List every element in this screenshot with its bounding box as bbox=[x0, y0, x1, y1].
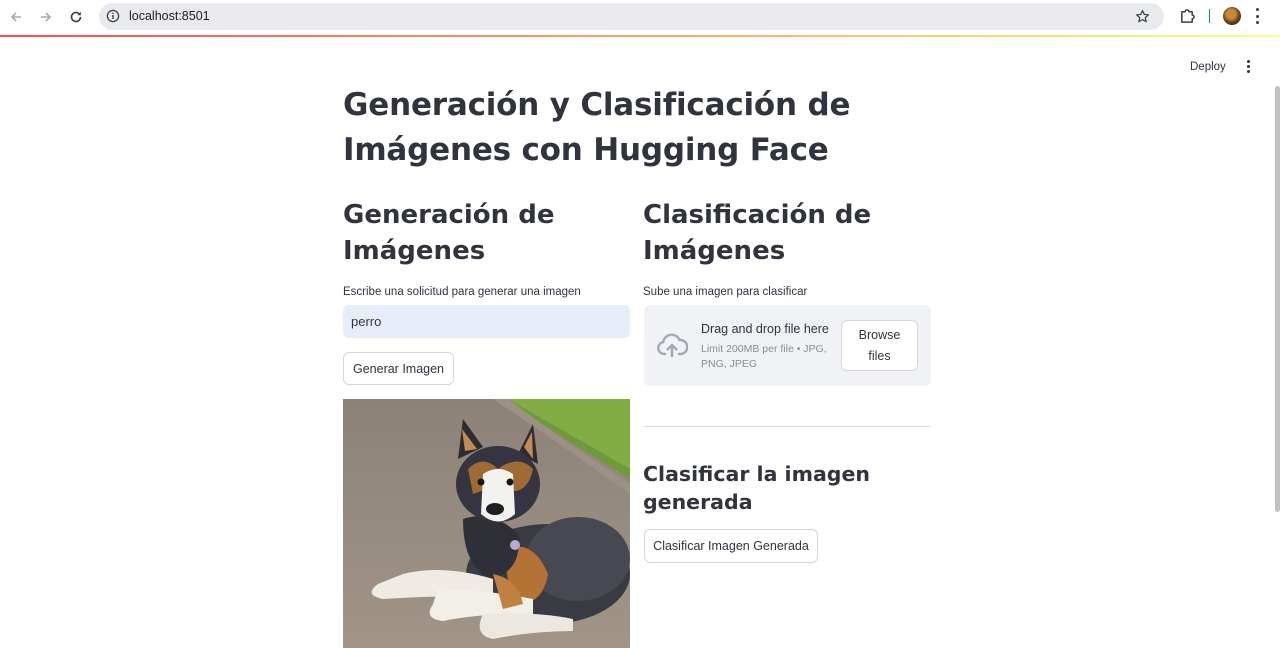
cloud-upload-icon bbox=[657, 333, 688, 358]
main-menu-more-vert-icon[interactable] bbox=[1246, 60, 1250, 73]
extensions-icon[interactable] bbox=[1179, 7, 1196, 24]
back-arrow-icon[interactable] bbox=[5, 6, 27, 28]
browser-more-vert-icon[interactable] bbox=[1255, 8, 1259, 24]
deploy-button[interactable]: Deploy bbox=[1184, 58, 1232, 76]
dropzone-limit: Limit 200MB per file • JPG, PNG, JPEG bbox=[701, 343, 827, 370]
header-decoration-bar bbox=[0, 35, 1280, 37]
reload-icon[interactable] bbox=[65, 6, 87, 28]
prompt-label: Escribe una solicitud para generar una i… bbox=[343, 286, 581, 298]
address-bar[interactable]: localhost:8501 bbox=[99, 3, 1164, 30]
generate-image-button[interactable]: Generar Imagen bbox=[343, 352, 454, 385]
info-icon[interactable] bbox=[106, 9, 120, 23]
prompt-input[interactable]: perro bbox=[343, 305, 630, 338]
page-scrollbar[interactable] bbox=[1275, 86, 1280, 512]
url-text: localhost:8501 bbox=[129, 9, 210, 23]
upload-label: Sube una imagen para clasificar bbox=[643, 286, 808, 298]
classification-heading: Clasificación de Imágenes bbox=[643, 200, 872, 266]
page-title: Generación y Clasificación de Imágenes c… bbox=[343, 87, 851, 168]
dropzone-title: Drag and drop file here bbox=[701, 322, 829, 336]
classify-generated-button[interactable]: Clasificar Imagen Generada bbox=[644, 529, 818, 563]
divider bbox=[644, 426, 931, 427]
generation-heading: Generación de Imágenes bbox=[343, 200, 555, 266]
browser-toolbar: localhost:8501 bbox=[0, 0, 1280, 35]
classify-generated-heading: Clasificar la imagen generada bbox=[643, 462, 870, 514]
forward-arrow-icon[interactable] bbox=[35, 6, 57, 28]
generated-dog-image bbox=[343, 399, 630, 648]
profile-avatar[interactable] bbox=[1223, 7, 1241, 25]
star-icon[interactable] bbox=[1135, 9, 1150, 24]
browse-files-button[interactable]: Browse files bbox=[841, 320, 918, 371]
file-dropzone[interactable]: Drag and drop file here Limit 200MB per … bbox=[644, 305, 931, 386]
toolbar-separator bbox=[1209, 9, 1210, 23]
